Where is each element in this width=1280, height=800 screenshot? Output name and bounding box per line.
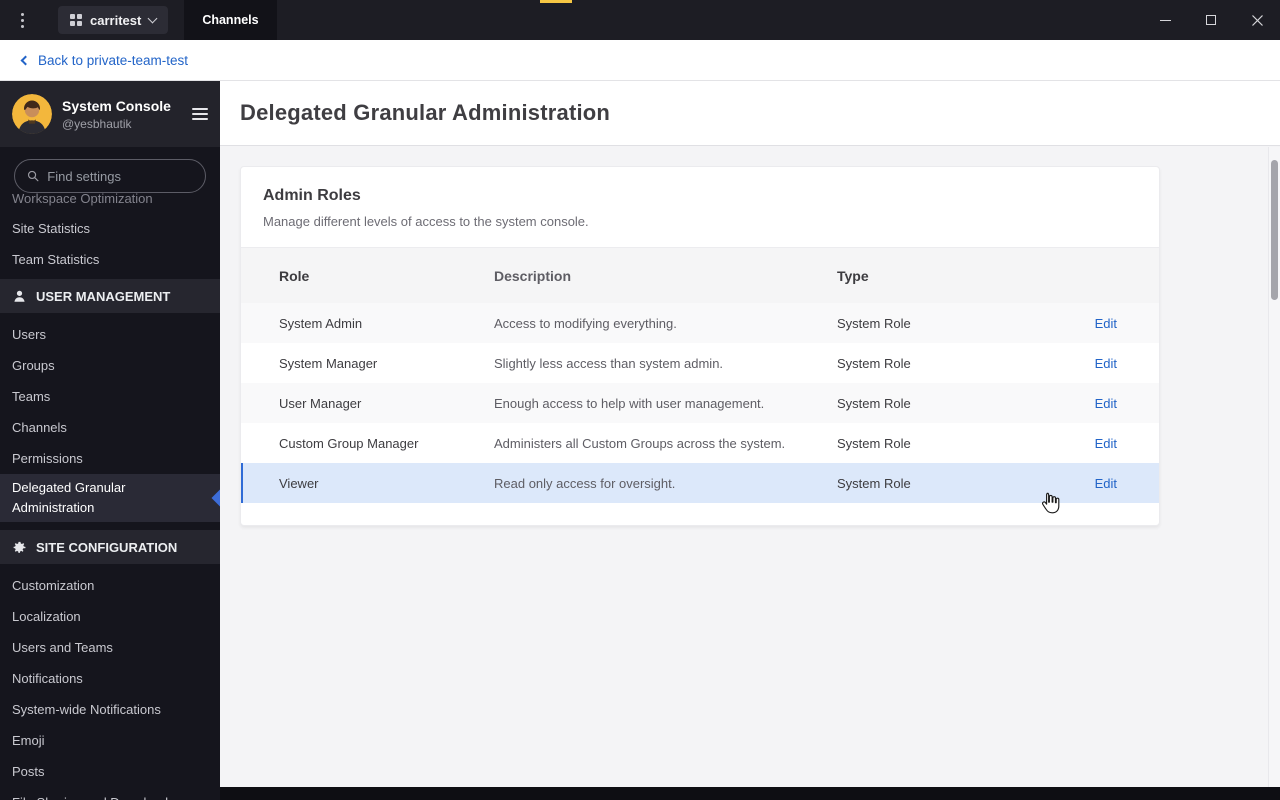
app-window: carritest Channels Back to private-team-… (0, 0, 1280, 800)
table-row-viewer[interactable]: Viewer Read only access for oversight. S… (241, 463, 1159, 503)
edit-link[interactable]: Edit (1095, 356, 1117, 371)
server-name: carritest (90, 12, 142, 28)
sidebar-item-notifications[interactable]: Notifications (0, 663, 220, 694)
edit-link[interactable]: Edit (1095, 436, 1117, 451)
section-heading: SITE CONFIGURATION (36, 539, 178, 555)
search-container (0, 147, 220, 193)
console-username: @yesbhautik (62, 116, 132, 131)
sidebar-item-users[interactable]: Users (0, 319, 220, 350)
sidebar-item-delegated-granular-administration[interactable]: Delegated Granular Administration (0, 474, 220, 522)
table-row-user-manager[interactable]: User Manager Enough access to help with … (241, 383, 1159, 423)
role-cell: User Manager (279, 395, 362, 411)
page-header: Delegated Granular Administration (220, 81, 1280, 146)
vertical-scrollbar[interactable] (1268, 147, 1280, 787)
type-cell: System Role (837, 435, 911, 451)
users-icon (14, 290, 25, 302)
sidebar-item-groups[interactable]: Groups (0, 350, 220, 381)
sidebar-item-file-sharing-and-downloads[interactable]: File Sharing and Downloads (0, 787, 220, 800)
bottom-app-strip (220, 787, 1280, 800)
description-cell: Access to modifying everything. (494, 315, 677, 331)
console-title: System Console (62, 97, 171, 114)
window-controls (1142, 0, 1280, 40)
section-site-configuration: SITE CONFIGURATION (0, 530, 220, 564)
sidebar-item-team-statistics[interactable]: Team Statistics (0, 244, 220, 275)
role-cell: System Manager (279, 355, 378, 371)
back-navigation-bar: Back to private-team-test (0, 40, 1280, 81)
app-menu-icon[interactable] (16, 12, 28, 28)
role-cell: System Admin (279, 315, 363, 331)
card-header: Admin Roles Manage different levels of a… (241, 167, 1159, 247)
back-link-label: Back to private-team-test (38, 52, 189, 68)
type-cell: System Role (837, 395, 911, 411)
section-heading: USER MANAGEMENT (36, 288, 171, 304)
main-area: Delegated Granular Administration Admin … (220, 81, 1280, 800)
chevron-left-icon (20, 55, 31, 65)
table-row-system-admin[interactable]: System Admin Access to modifying everyth… (241, 303, 1159, 343)
type-cell: System Role (837, 475, 911, 491)
tab-label: Channels (202, 13, 259, 27)
table-row-system-manager[interactable]: System Manager Slightly less access than… (241, 343, 1159, 383)
page-title: Delegated Granular Administration (240, 100, 611, 125)
role-cell: Custom Group Manager (279, 435, 419, 451)
titlebar: carritest Channels (0, 0, 1280, 40)
section-user-management: USER MANAGEMENT (0, 279, 220, 313)
type-cell: System Role (837, 315, 911, 331)
sidebar-item-customization[interactable]: Customization (0, 570, 220, 601)
table-row-custom-group-manager[interactable]: Custom Group Manager Administers all Cus… (241, 423, 1159, 463)
column-type: Type (837, 267, 869, 284)
sidebar-header[interactable]: System Console @yesbhautik (0, 81, 220, 147)
description-cell: Slightly less access than system admin. (494, 355, 724, 371)
edit-link[interactable]: Edit (1095, 316, 1117, 331)
tab-channels[interactable]: Channels (184, 0, 277, 40)
avatar (12, 94, 52, 134)
close-button[interactable] (1234, 0, 1280, 40)
edit-link[interactable]: Edit (1095, 396, 1117, 411)
console-identity: System Console @yesbhautik (62, 98, 171, 131)
gear-icon (13, 541, 26, 553)
scrollbar-thumb[interactable] (1271, 160, 1278, 300)
admin-roles-card: Admin Roles Manage different levels of a… (240, 166, 1160, 526)
description-cell: Administers all Custom Groups across the… (494, 435, 786, 451)
sidebar-item-site-statistics[interactable]: Site Statistics (0, 213, 220, 244)
roles-table: Role Description Type System Admin Acces… (241, 247, 1159, 525)
edit-link[interactable]: Edit (1095, 476, 1117, 491)
selected-marker-icon (211, 489, 220, 507)
column-role: Role (279, 267, 310, 284)
table-header-row: Role Description Type (241, 247, 1159, 303)
maximize-icon (1206, 15, 1216, 25)
sidebar-nav: Workspace Optimization Site Statistics T… (0, 183, 220, 800)
console-sidebar: System Console @yesbhautik Workspace Opt… (0, 81, 220, 800)
close-icon (1251, 14, 1263, 26)
sidebar-item-teams[interactable]: Teams (0, 381, 220, 412)
column-description: Description (494, 267, 572, 284)
page-content: Admin Roles Manage different levels of a… (220, 146, 1280, 546)
search-icon (27, 170, 39, 182)
card-subtitle: Manage different levels of access to the… (263, 214, 589, 229)
type-cell: System Role (837, 355, 911, 371)
sidebar-item-users-and-teams[interactable]: Users and Teams (0, 632, 220, 663)
back-link[interactable]: Back to private-team-test (20, 52, 189, 68)
description-cell: Read only access for oversight. (494, 475, 676, 491)
sidebar-item-emoji[interactable]: Emoji (0, 725, 220, 756)
search-input[interactable] (47, 168, 193, 184)
role-cell: Viewer (279, 475, 319, 491)
sidebar-item-channels[interactable]: Channels (0, 412, 220, 443)
card-title: Admin Roles (263, 187, 361, 204)
sidebar-item-posts[interactable]: Posts (0, 756, 220, 787)
server-selector[interactable]: carritest (58, 6, 169, 34)
search-pill[interactable] (14, 159, 206, 193)
description-cell: Enough access to help with user manageme… (494, 395, 765, 411)
sidebar-item-localization[interactable]: Localization (0, 601, 220, 632)
server-icon (70, 14, 82, 26)
chevron-down-icon (147, 13, 158, 23)
sidebar-item-system-wide-notifications[interactable]: System-wide Notifications (0, 694, 220, 725)
sidebar-item-permissions[interactable]: Permissions (0, 443, 220, 474)
menu-icon[interactable] (192, 108, 208, 120)
minimize-icon (1159, 19, 1171, 21)
maximize-button[interactable] (1188, 0, 1234, 40)
minimize-button[interactable] (1142, 0, 1188, 40)
notification-sliver (540, 0, 572, 3)
sidebar-item-label: Delegated Granular Administration (12, 480, 126, 515)
